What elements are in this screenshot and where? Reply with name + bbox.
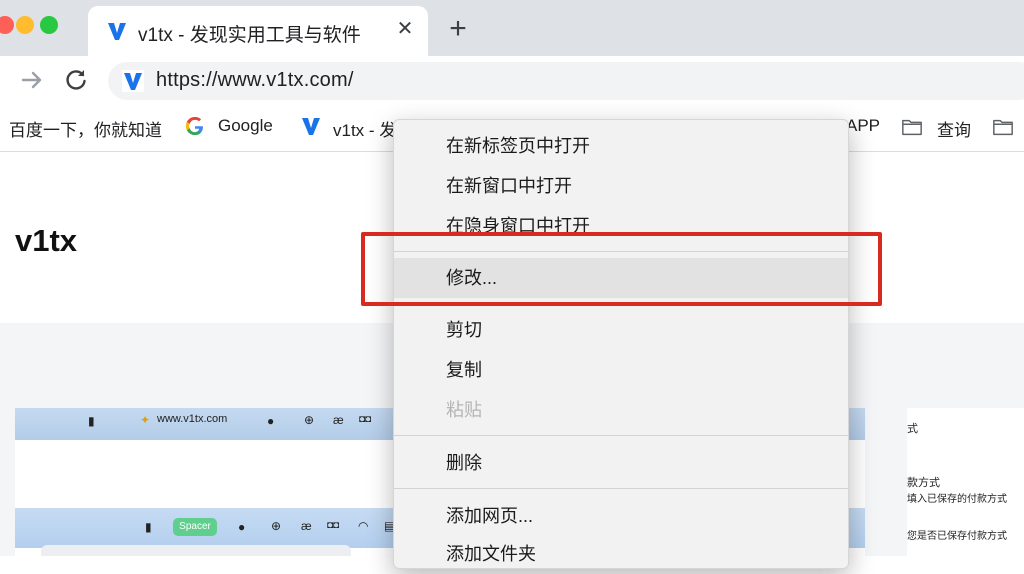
menu-separator: [394, 435, 848, 436]
menu-item-add-folder[interactable]: 添加文件夹: [394, 534, 848, 574]
zoom-window-button[interactable]: [40, 16, 58, 34]
menu-item-open-new-window[interactable]: 在新窗口中打开: [394, 166, 848, 206]
bookmark-folder-query[interactable]: 查询: [937, 116, 971, 141]
v1tx-logo-icon: [122, 70, 144, 92]
ae-glyph: æ: [333, 413, 344, 427]
bookmark-icon: ▮: [145, 520, 152, 534]
menu-item-cut[interactable]: 剪切: [394, 310, 848, 350]
reload-icon[interactable]: [62, 66, 90, 94]
embedded-panel: [41, 545, 351, 556]
highlight-annotation-box: [361, 232, 882, 306]
settings-text: 您是否已保存付款方式: [907, 531, 1007, 542]
url-text[interactable]: https://www.v1tx.com/: [156, 69, 354, 92]
address-bar[interactable]: https://www.v1tx.com/: [108, 62, 1024, 100]
toolbar: https://www.v1tx.com/: [0, 56, 1024, 106]
globe-icon: ⊕: [271, 519, 282, 533]
settings-text: 填入已保存的付款方式: [907, 494, 1007, 505]
menu-item-copy[interactable]: 复制: [394, 350, 848, 390]
menu-separator: [394, 488, 848, 489]
globe-icon: ⊕: [304, 413, 315, 427]
v1tx-logo-icon: [108, 23, 126, 40]
glasses-icon: ◘◘: [327, 520, 340, 531]
wifi-icon: ◠: [358, 519, 369, 533]
page-title[interactable]: v1tx: [15, 223, 77, 259]
new-tab-button[interactable]: +: [444, 14, 472, 44]
sparkle-icon: ✦: [140, 413, 151, 427]
menu-item-paste: 粘贴: [446, 400, 482, 420]
close-window-button[interactable]: [0, 16, 14, 34]
bookmark-icon: ▮: [88, 414, 95, 428]
hat-icon: ●: [267, 414, 275, 428]
minimize-window-button[interactable]: [16, 16, 34, 34]
tab-strip: v1tx - 发现实用工具与软件 ✕ +: [0, 0, 1024, 56]
close-icon[interactable]: ✕: [394, 18, 416, 40]
bookmark-google[interactable]: Google: [218, 116, 273, 136]
embedded-settings-panel: 式 款方式 填入已保存的付款方式 您是否已保存付款方式: [907, 408, 1024, 556]
menu-item-delete[interactable]: 删除: [394, 443, 848, 483]
settings-text: 式: [907, 423, 918, 435]
tab-v1tx[interactable]: v1tx - 发现实用工具与软件 ✕: [88, 6, 428, 56]
context-menu: 在新标签页中打开 在新窗口中打开 在隐身窗口中打开 修改... 剪切 复制 粘贴…: [393, 119, 849, 569]
bookmark-folder-app[interactable]: APP: [846, 116, 880, 136]
hat-icon: ●: [238, 520, 246, 534]
folder-icon: [902, 119, 922, 136]
glasses-icon: ◘◘: [359, 414, 372, 425]
v1tx-logo-icon: [302, 118, 320, 135]
tab-title: v1tx - 发现实用工具与软件: [138, 25, 361, 46]
settings-text: 款方式: [907, 477, 940, 489]
bookmark-baidu[interactable]: 百度一下，你就知道: [9, 116, 162, 141]
embedded-url: www.v1tx.com: [157, 413, 228, 425]
forward-arrow-icon[interactable]: [18, 66, 46, 94]
ae-glyph: æ: [301, 519, 312, 533]
folder-icon[interactable]: [992, 116, 1014, 138]
menu-item-add-page[interactable]: 添加网页...: [394, 496, 848, 536]
spacer-badge: Spacer: [173, 518, 217, 536]
menu-item-open-new-tab[interactable]: 在新标签页中打开: [394, 126, 848, 166]
google-icon: [186, 117, 203, 135]
